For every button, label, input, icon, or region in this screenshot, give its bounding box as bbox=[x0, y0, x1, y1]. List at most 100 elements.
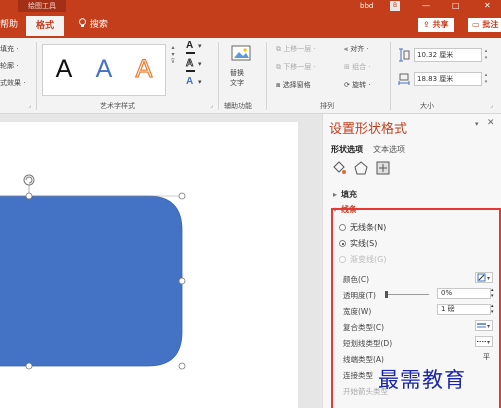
shape-width-control: 18.83 厘米 ▴ ▾ bbox=[398, 72, 490, 86]
svg-text:▾: ▾ bbox=[487, 275, 490, 282]
height-spinner[interactable]: ▴ ▾ bbox=[482, 48, 490, 62]
send-backward-button[interactable]: ⧉ 下移一层 · bbox=[276, 62, 316, 72]
user-avatar[interactable]: B bbox=[390, 1, 400, 11]
share-label: 共享 bbox=[432, 20, 449, 29]
radio-button-selected bbox=[339, 240, 346, 247]
size-launcher-icon[interactable]: ⌟ bbox=[490, 102, 493, 109]
radio-solid-line-label: 实线(S) bbox=[350, 239, 378, 248]
align-button[interactable]: ⫷ 对齐 · bbox=[344, 44, 369, 54]
compound-lines-icon: ▾ bbox=[477, 323, 490, 330]
bring-forward-button[interactable]: ⧉ 上移一层 · bbox=[276, 44, 316, 54]
wordart-style-blue[interactable]: A bbox=[85, 49, 123, 89]
compound-type-label: 复合类型(C) bbox=[343, 323, 385, 332]
share-icon: ⇪ bbox=[423, 20, 430, 29]
group-separator bbox=[390, 42, 391, 110]
share-button[interactable]: ⇪ 共享 bbox=[418, 18, 454, 32]
text-fill-color-bar bbox=[186, 52, 195, 54]
transparency-slider-thumb[interactable] bbox=[385, 291, 388, 298]
shape-styles-launcher-icon[interactable]: ⌟ bbox=[28, 102, 31, 109]
pen-icon: ▾ bbox=[477, 273, 490, 282]
wordart-gallery-scroll[interactable]: ▴ ▾ ⊽ bbox=[168, 44, 178, 96]
width-spinner[interactable]: ▴ ▾ bbox=[482, 72, 490, 86]
comment-button[interactable]: ▭ 批注 bbox=[468, 18, 501, 32]
selection-pane-button[interactable]: ⧈ 选择窗格 bbox=[276, 80, 311, 90]
rotate-icon: ⟳ bbox=[344, 81, 350, 89]
tab-format[interactable]: 格式 bbox=[26, 16, 64, 38]
chevron-down-icon[interactable]: ▾ bbox=[198, 60, 202, 68]
pane-options-icon[interactable]: ▾ bbox=[475, 120, 479, 128]
chevron-down-icon[interactable]: ▾ bbox=[198, 42, 202, 50]
tab-shape-options[interactable]: 形状选项 bbox=[331, 144, 363, 155]
text-outline-icon[interactable]: A bbox=[186, 58, 194, 70]
wordart-gallery[interactable]: A A A bbox=[42, 44, 166, 96]
restore-icon[interactable]: □ bbox=[452, 0, 460, 12]
compound-type-dropdown[interactable]: ▾ bbox=[475, 320, 493, 331]
fill-line-icon[interactable] bbox=[331, 160, 347, 176]
align-label: 对齐 · bbox=[350, 45, 369, 53]
text-fill-icon[interactable]: A bbox=[186, 40, 193, 51]
rotate-handle-icon[interactable] bbox=[23, 174, 35, 186]
rounded-rectangle-shape[interactable] bbox=[0, 195, 183, 367]
slide[interactable] bbox=[0, 122, 298, 408]
rotate-label: 旋转 · bbox=[352, 81, 371, 89]
minimize-icon[interactable]: — bbox=[422, 0, 430, 12]
shape-height-control: 10.32 厘米 ▴ ▾ bbox=[398, 48, 490, 62]
pane-close-icon[interactable]: ✕ bbox=[487, 118, 495, 128]
comment-icon: ▭ bbox=[472, 20, 480, 29]
resize-handle-top-middle[interactable] bbox=[25, 192, 33, 200]
chevron-down-icon[interactable]: ▾ bbox=[198, 78, 202, 86]
height-icon bbox=[399, 48, 410, 62]
radio-gradient-line-label: 渐变线(G) bbox=[350, 255, 387, 264]
line-width-spinner[interactable]: ▴ ▾ bbox=[491, 303, 494, 315]
resize-handle-middle-right[interactable] bbox=[178, 277, 186, 285]
transparency-input[interactable]: 0% bbox=[437, 288, 491, 299]
shape-fill-button[interactable]: 填充 · bbox=[0, 44, 18, 54]
width-label: 宽度(W) bbox=[343, 307, 372, 316]
size-properties-icon[interactable] bbox=[375, 160, 391, 176]
alt-text-button[interactable]: 替换 文字 bbox=[226, 42, 258, 92]
tab-help[interactable]: 帮助 bbox=[0, 12, 18, 38]
resize-handle-bottom-middle[interactable] bbox=[25, 362, 33, 370]
resize-handle-top-right[interactable] bbox=[178, 192, 186, 200]
wordart-style-black[interactable]: A bbox=[45, 49, 83, 89]
shape-width-input[interactable]: 18.83 厘米 bbox=[414, 72, 482, 86]
transparency-spinner[interactable]: ▴ ▾ bbox=[491, 287, 494, 299]
transparency-slider[interactable] bbox=[385, 294, 429, 295]
group-button[interactable]: ⊞ 组合 · bbox=[344, 62, 371, 72]
align-icon: ⫷ bbox=[344, 45, 348, 53]
fill-section-header[interactable]: ▸ 填充 bbox=[333, 189, 357, 200]
close-window-icon[interactable]: ✕ bbox=[484, 0, 491, 12]
radio-button bbox=[339, 224, 346, 231]
cap-type-dropdown[interactable]: 平 bbox=[483, 352, 490, 362]
radio-solid-line[interactable]: 实线(S) bbox=[339, 238, 377, 249]
radio-no-line-label: 无线条(N) bbox=[350, 223, 387, 232]
search-tab[interactable]: 搜索 bbox=[78, 12, 108, 38]
tab-text-options[interactable]: 文本选项 bbox=[373, 144, 405, 155]
rotate-button[interactable]: ⟳ 旋转 · bbox=[344, 80, 371, 90]
ribbon-tab-bar: 帮助 格式 搜索 ⇪ 共享 ▭ 批注 bbox=[0, 12, 501, 38]
ribbon: 填充 · 轮廓 · 式效果 · ⌟ A A A ▴ ▾ ⊽ A ▾ A ▾ A ▾ … bbox=[0, 38, 501, 114]
wordart-launcher-icon[interactable]: ⌟ bbox=[210, 102, 213, 109]
radio-no-line[interactable]: 无线条(N) bbox=[339, 222, 386, 233]
user-name[interactable]: bbd bbox=[360, 0, 373, 12]
line-color-dropdown[interactable]: ▾ bbox=[475, 272, 493, 283]
radio-gradient-line[interactable]: 渐变线(G) bbox=[339, 254, 386, 265]
wordart-style-orange-outline[interactable]: A bbox=[125, 49, 163, 89]
chevron-right-icon: ▸ bbox=[333, 190, 338, 199]
shape-outline-button[interactable]: 轮廓 · bbox=[0, 61, 18, 71]
group-icon: ⊞ bbox=[344, 63, 350, 71]
title-bar: 绘图工具 bbd B — □ ✕ bbox=[0, 0, 501, 12]
lightbulb-icon bbox=[79, 18, 86, 27]
alt-text-label-line2: 文字 bbox=[230, 79, 244, 87]
group-separator bbox=[36, 42, 37, 110]
line-width-input[interactable]: 1 磅 bbox=[437, 304, 491, 315]
shape-height-input[interactable]: 10.32 厘米 bbox=[414, 48, 482, 62]
resize-handle-bottom-right[interactable] bbox=[178, 362, 186, 370]
dash-line-icon: ▾ bbox=[477, 339, 490, 346]
bring-forward-label: 上移一层 · bbox=[283, 45, 316, 53]
shape-effects-button[interactable]: 式效果 · bbox=[0, 78, 25, 88]
effects-pentagon-icon[interactable] bbox=[353, 160, 369, 176]
text-effects-icon[interactable]: A bbox=[186, 76, 193, 87]
dash-type-dropdown[interactable]: ▾ bbox=[475, 336, 493, 347]
text-outline-color-bar bbox=[186, 70, 195, 72]
